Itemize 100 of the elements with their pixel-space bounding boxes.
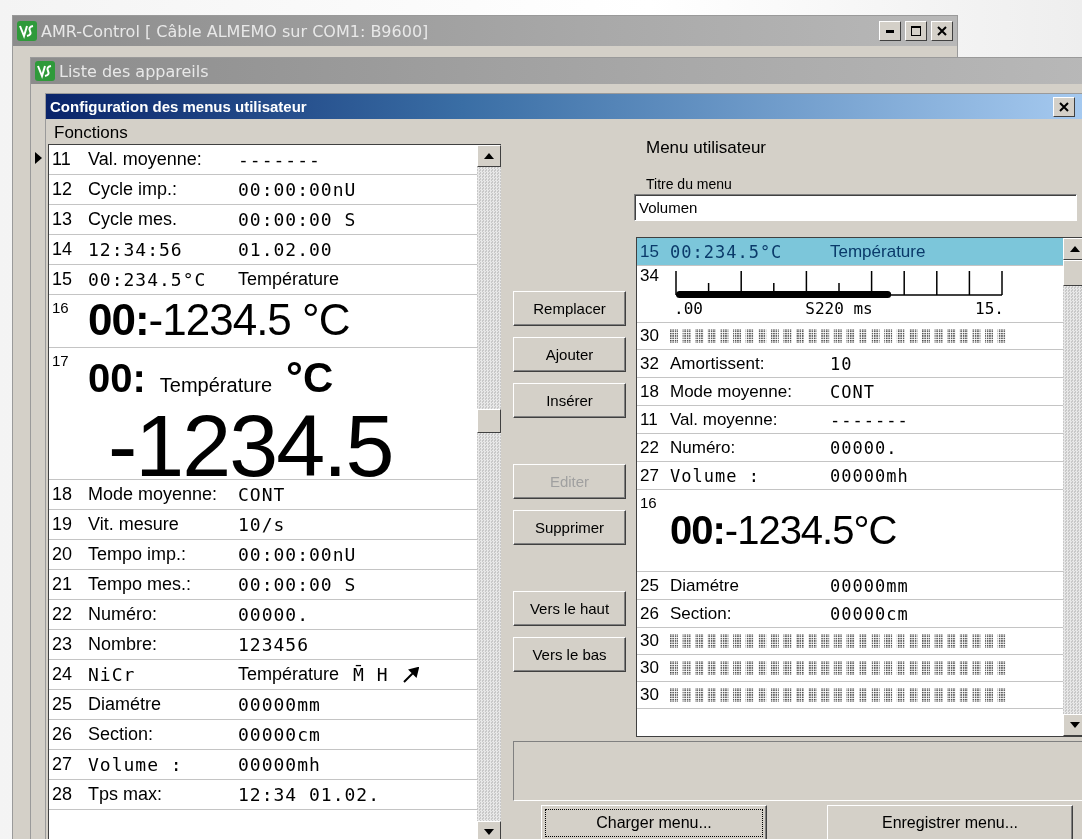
row-text: 00000cm — [238, 724, 321, 745]
close-button[interactable] — [931, 21, 953, 41]
footer-button[interactable]: Charger menu... — [541, 805, 767, 839]
row-number: 11 — [640, 409, 659, 430]
row-number: 11 — [52, 149, 72, 170]
row-number: 30 — [640, 658, 660, 678]
maximize-button[interactable] — [905, 21, 927, 41]
app-logo-icon — [17, 21, 37, 41]
row-text: CONT — [238, 484, 286, 505]
row-number: 22 — [52, 604, 74, 625]
row-text: 00:00:00 S — [238, 209, 357, 230]
row-number: 13 — [52, 209, 74, 230]
row-text: Nombre: — [88, 634, 159, 655]
row-number: 27 — [640, 465, 660, 486]
close-button[interactable] — [1053, 96, 1075, 117]
row-number: 30 — [640, 631, 660, 651]
down-arrow-icon — [484, 829, 494, 835]
row-number: 25 — [640, 575, 660, 596]
row-text: Val. moyenne: — [670, 409, 779, 430]
row-number: 26 — [640, 603, 660, 624]
up-arrow-icon — [1070, 246, 1080, 252]
row-text: Numéro: — [88, 604, 159, 625]
scroll-down-button[interactable] — [1063, 714, 1082, 736]
maximize-icon — [911, 26, 921, 36]
menu-title-field[interactable]: Volumen — [634, 194, 1077, 221]
row-text: Température — [830, 241, 926, 262]
row-text: Diamétre — [670, 575, 740, 596]
channel-prefix: 00: — [88, 356, 146, 401]
action-button[interactable]: Vers le haut — [513, 591, 626, 626]
row-number: 32 — [640, 353, 660, 374]
row-number: 12 — [52, 179, 74, 200]
row-text: 00000. — [830, 437, 898, 458]
big-reading: 00:-1234.5 °C — [88, 295, 350, 345]
row-text: CONT — [830, 381, 875, 402]
minimize-button[interactable] — [879, 21, 901, 41]
row-text: ------- — [830, 409, 909, 430]
row-text: 12:34:56 — [88, 239, 184, 260]
row-text: 123456 — [238, 634, 310, 655]
scroll-up-button[interactable] — [477, 145, 501, 167]
row-text: Vit. mesure — [88, 514, 180, 535]
big-reading: -1234.5 — [108, 402, 393, 479]
row-number: 16 — [52, 299, 70, 316]
row-text: 00000mh — [238, 754, 321, 775]
row-text: 10 — [830, 353, 853, 374]
row-number: 22 — [640, 437, 660, 458]
row-number: 25 — [52, 694, 74, 715]
unit-label: °C — [286, 354, 334, 402]
action-button[interactable]: Insérer — [513, 383, 626, 418]
row-number: 15 — [640, 241, 660, 262]
scroll-thumb[interactable] — [477, 409, 501, 433]
row-text: Cycle imp.: — [88, 179, 178, 200]
row-number: 15 — [52, 269, 74, 290]
up-arrow-icon — [484, 153, 494, 159]
scale-label: .00 — [674, 299, 703, 318]
big-reading: 00:-1234.5°C — [670, 508, 897, 553]
diagonal-arrow-icon — [402, 666, 419, 683]
row-text: NiCr — [88, 664, 137, 685]
row-text: 12:34 01.02. — [238, 784, 381, 805]
footer-button[interactable]: Enregistrer menu... — [827, 805, 1073, 839]
row-number: 20 — [52, 544, 74, 565]
app-logo-icon — [35, 61, 55, 81]
scale-label: S220 ms — [805, 299, 873, 318]
window-title: Liste des appareils — [59, 61, 210, 81]
action-button[interactable]: Supprimer — [513, 510, 626, 545]
row-number: 30 — [640, 326, 660, 346]
row-text: M̄ H — [353, 664, 389, 685]
row-number: 24 — [52, 664, 74, 685]
row-text: Volume : — [88, 754, 184, 775]
list-row[interactable]: 15 00:234.5°C Température — [637, 238, 1063, 266]
action-button[interactable]: Vers le bas — [513, 637, 626, 672]
row-text: Amortissent: — [670, 353, 766, 374]
row-text: Tempo mes.: — [88, 574, 193, 595]
row-text: 00000mm — [830, 575, 909, 596]
row-text: Numéro: — [670, 437, 737, 458]
row-text: ------- — [238, 149, 321, 170]
row-text: Val. moyenne: — [88, 149, 203, 170]
row-text: Mode moyenne: — [88, 484, 219, 505]
row-text: Tempo imp.: — [88, 544, 188, 565]
list-row[interactable]: 34 .00 S220 ms 15. — [637, 266, 1063, 323]
dialog-title: Configuration des menus utilisateur — [50, 98, 308, 115]
row-text: Volume : — [670, 465, 761, 486]
row-pointer-icon — [35, 152, 42, 164]
close-icon — [937, 26, 947, 36]
scroll-thumb[interactable] — [1063, 260, 1082, 286]
row-text: 00000cm — [830, 603, 909, 624]
row-text: Diamétre — [88, 694, 163, 715]
action-button[interactable]: Remplacer — [513, 291, 626, 326]
row-text: Température — [238, 269, 340, 290]
row-text: 01.02.00 — [238, 239, 333, 260]
scroll-up-button[interactable] — [1063, 238, 1082, 260]
row-number: 21 — [52, 574, 74, 595]
scale-label: 15. — [975, 299, 1004, 318]
row-text: Tps max: — [88, 784, 163, 805]
row-text: 00:234.5°C — [88, 269, 208, 290]
action-button[interactable]: Ajouter — [513, 337, 626, 372]
field-label: Titre du menu — [646, 176, 733, 192]
row-text: 00:00:00nU — [238, 179, 357, 200]
row-text: 00000. — [238, 604, 310, 625]
scroll-down-button[interactable] — [477, 821, 501, 839]
row-number: 26 — [52, 724, 74, 745]
